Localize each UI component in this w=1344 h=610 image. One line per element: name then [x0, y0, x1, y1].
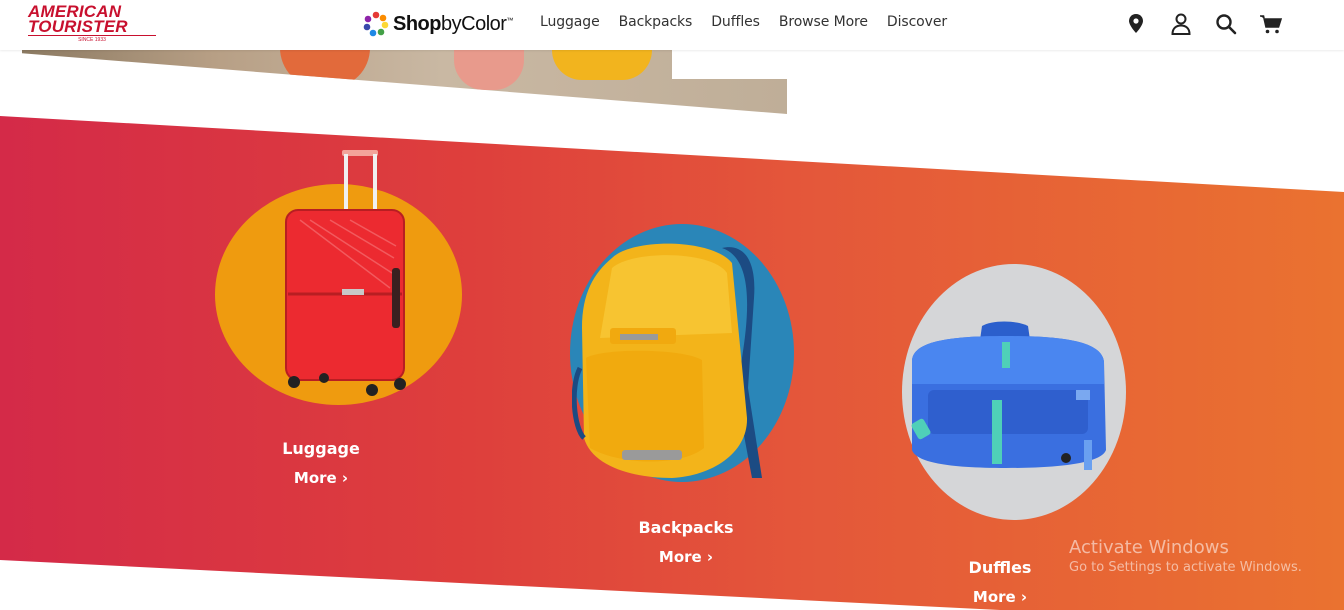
duffle-bag-image: [911, 321, 1106, 470]
logo-line2: TOURISTER: [28, 17, 128, 36]
hero-yellow-bag: [552, 48, 652, 80]
cart-icon[interactable]: [1259, 11, 1283, 37]
more-link-duffles[interactable]: More ›: [950, 588, 1050, 606]
logo-since: SINCE 1933: [28, 35, 156, 44]
category-title-duffles: Duffles: [968, 558, 1032, 577]
hero-figure-right: [454, 48, 524, 90]
user-icon[interactable]: [1169, 11, 1193, 37]
nav-backpacks[interactable]: Backpacks: [619, 14, 693, 30]
watermark-title: Activate Windows: [1069, 537, 1229, 558]
site-header: AMERICAN TOURISTER SINCE 1933 ShopbyColo…: [0, 0, 1344, 50]
category-title-backpacks: Backpacks: [638, 518, 734, 537]
hero-overlay-box: [672, 48, 787, 79]
suitcase-image: [285, 150, 406, 396]
nav-luggage[interactable]: Luggage: [540, 14, 600, 30]
backpack-image: [572, 243, 762, 478]
main-nav: Luggage Backpacks Duffles Browse More Di…: [540, 14, 947, 30]
activate-windows-watermark: Activate Windows Go to Settings to activ…: [1069, 537, 1302, 575]
watermark-subtitle: Go to Settings to activate Windows.: [1069, 560, 1302, 575]
shop-by-color-label: ShopbyColor™: [393, 12, 513, 35]
more-link-luggage[interactable]: More ›: [270, 469, 372, 487]
hero-image: [22, 48, 787, 114]
american-tourister-logo[interactable]: AMERICAN TOURISTER SINCE 1933: [28, 3, 160, 44]
location-pin-icon[interactable]: [1124, 11, 1148, 37]
hero-figure-left: [280, 48, 370, 88]
header-icons: [1124, 11, 1283, 37]
nav-browse-more[interactable]: Browse More: [779, 14, 868, 30]
nav-duffles[interactable]: Duffles: [711, 14, 760, 30]
category-title-luggage: Luggage: [282, 439, 360, 458]
nav-discover[interactable]: Discover: [887, 14, 947, 30]
more-link-backpacks[interactable]: More ›: [630, 548, 742, 566]
shop-by-color-link[interactable]: ShopbyColor™: [362, 9, 513, 39]
color-wheel-icon: [363, 11, 389, 37]
search-icon[interactable]: [1214, 11, 1238, 37]
